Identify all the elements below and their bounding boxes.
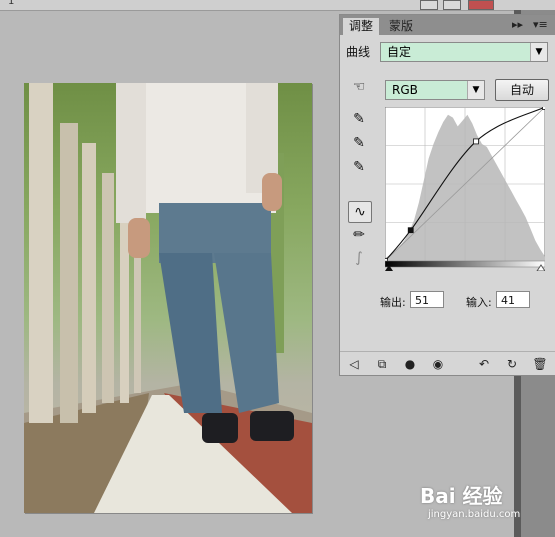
preset-value: 自定 <box>387 45 412 59</box>
smooth-curve-icon[interactable]: ∫ <box>348 248 370 268</box>
adjustments-panel: 调整 蒙版 ▸▸ ▾≡ 曲线 自定 ▼ ☜ RGB ▼ 自动 ✎ ✎ ✎ ∿ ✏… <box>339 14 555 376</box>
chevron-down-icon: ▼ <box>530 43 547 61</box>
pencil-tool-icon[interactable]: ✏ <box>348 225 370 245</box>
host-caption: 1 <box>8 0 15 7</box>
preset-label: 曲线 <box>346 45 371 59</box>
restore-button[interactable] <box>443 0 461 10</box>
eye-icon[interactable]: ◉ <box>430 356 446 372</box>
curve-control-point[interactable] <box>407 227 414 234</box>
chevron-down-icon: ▼ <box>467 81 484 99</box>
panel-expand-icon[interactable]: ▸▸ <box>512 18 523 31</box>
photo-illustration <box>24 83 312 513</box>
reset-icon[interactable]: ↻ <box>504 356 520 372</box>
canvas-photo <box>24 83 312 513</box>
panel-tabs: 调整 蒙版 ▸▸ ▾≡ <box>340 15 555 35</box>
white-point-eyedropper-icon[interactable]: ✎ <box>348 157 370 177</box>
curves-graph[interactable] <box>385 107 545 271</box>
channel-dropdown[interactable]: RGB ▼ <box>385 80 485 100</box>
output-label: 输出: <box>380 296 406 309</box>
curve-point-tool-icon[interactable]: ∿ <box>348 201 372 223</box>
panel-menu-icon[interactable]: ▾≡ <box>533 18 548 31</box>
clip-layer-icon[interactable]: ● <box>402 356 418 372</box>
channel-value: RGB <box>392 83 418 97</box>
auto-button[interactable]: 自动 <box>495 79 549 101</box>
panel-bottom-bar: ◁ ⧉ ● ◉ ↶ ↻ 🗑 <box>340 351 555 376</box>
watermark-url: jingyan.baidu.com <box>428 509 521 520</box>
input-label: 输入: <box>466 296 492 309</box>
host-toolbar: 1 <box>0 0 555 11</box>
expand-view-icon[interactable]: ⧉ <box>374 356 390 372</box>
baidu-watermark: Bai 经验 jingyan.baidu.com <box>420 480 550 530</box>
close-button[interactable] <box>468 0 494 10</box>
output-field[interactable]: 51 <box>410 291 444 308</box>
gray-point-eyedropper-icon[interactable]: ✎ <box>348 133 370 153</box>
minimize-button[interactable] <box>420 0 438 10</box>
black-point-eyedropper-icon[interactable]: ✎ <box>348 109 370 129</box>
view-previous-icon[interactable]: ↶ <box>476 356 492 372</box>
curve-control-point[interactable] <box>542 107 546 110</box>
gradient-bar <box>385 260 545 268</box>
tab-masks[interactable]: 蒙版 <box>383 18 419 35</box>
tab-adjustments[interactable]: 调整 <box>343 18 379 35</box>
hand-adjust-icon[interactable]: ☜ <box>348 77 370 97</box>
watermark-logo-text: Bai 经验 <box>420 484 503 508</box>
input-field[interactable]: 41 <box>496 291 530 308</box>
preset-dropdown[interactable]: 自定 ▼ <box>380 42 548 62</box>
back-arrow-icon[interactable]: ◁ <box>346 356 362 372</box>
curve-control-point[interactable] <box>473 138 479 145</box>
trash-icon[interactable]: 🗑 <box>532 356 548 372</box>
